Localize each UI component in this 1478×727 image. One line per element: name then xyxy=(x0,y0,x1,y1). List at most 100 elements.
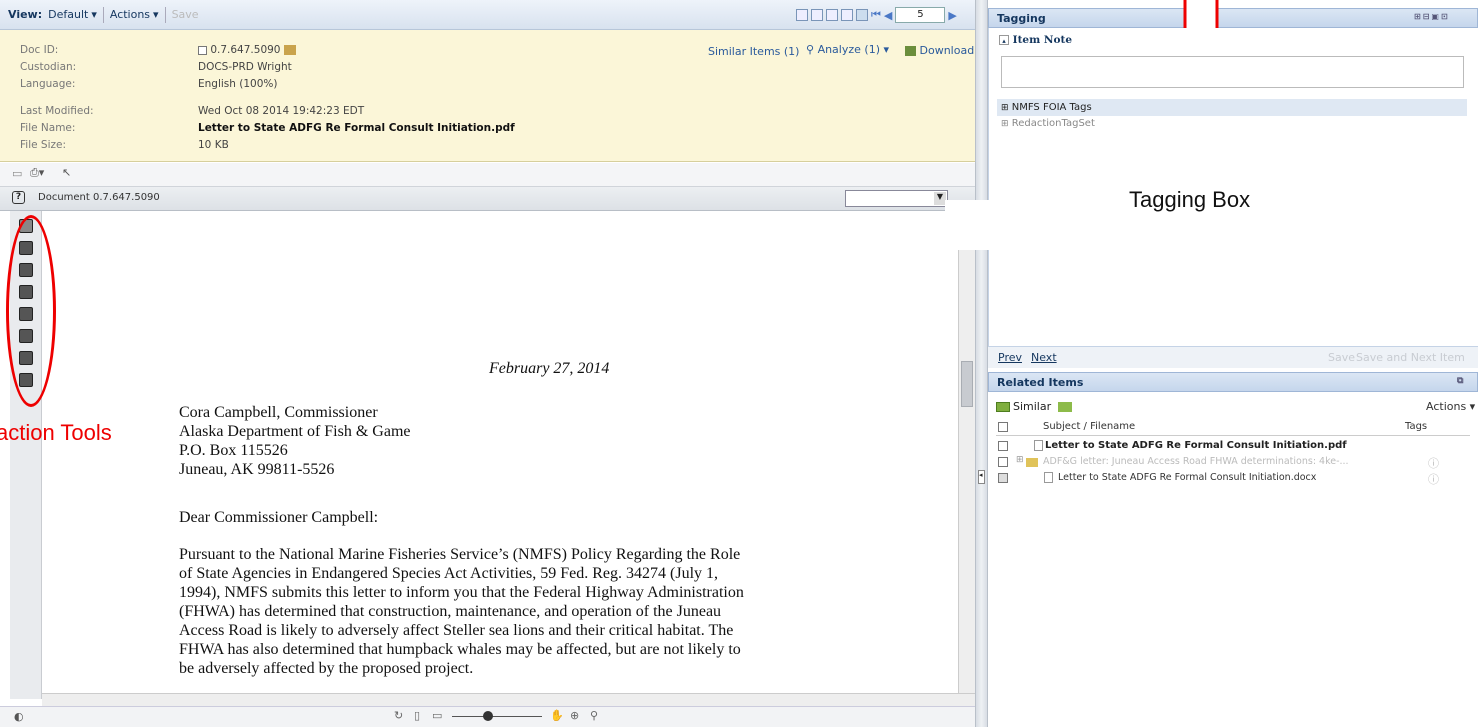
row-checkbox[interactable] xyxy=(998,457,1008,467)
info-icon[interactable]: ◐ xyxy=(14,710,24,723)
layout-icon[interactable] xyxy=(826,9,838,21)
file-name-value: Letter to State ADFG Re Formal Consult I… xyxy=(198,122,515,134)
expand-icon[interactable]: ⊞ xyxy=(1016,455,1024,465)
analyze-label: Analyze (1) xyxy=(817,43,880,56)
actions-menu[interactable]: Actions ▾ xyxy=(110,8,159,21)
tag-status-icon: ⓘ xyxy=(1428,473,1439,486)
panel-controls-icon[interactable]: ⊞⊟▣⊡ xyxy=(1414,12,1450,21)
zoom-slider-handle[interactable] xyxy=(483,711,493,721)
page-icon[interactable]: ▯ xyxy=(414,709,420,722)
row-filename[interactable]: Letter to State ADFG Re Formal Consult I… xyxy=(1045,440,1347,451)
tag-row-nmfs[interactable]: ⊞ NMFS FOIA Tags xyxy=(997,99,1467,116)
last-modified-label: Last Modified: xyxy=(20,105,94,117)
row-checkbox[interactable] xyxy=(998,441,1008,451)
layout-controls: ⏮ ◀ 5 ▶ xyxy=(796,7,957,23)
letter-body-line: Access Road is likely to adversely affec… xyxy=(179,622,734,639)
tag-row-redaction[interactable]: ⊞ RedactionTagSet xyxy=(1001,118,1095,129)
help-icon[interactable]: ? xyxy=(12,191,25,204)
magnify-icon[interactable]: ⚲ xyxy=(590,709,598,722)
tag-label: RedactionTagSet xyxy=(1011,118,1095,129)
table-row[interactable]: ⊞ ADF&G letter: Juneau Access Road FHWA … xyxy=(996,455,1470,470)
chevron-down-icon: ▾ xyxy=(153,8,159,21)
prev-link[interactable]: Prev xyxy=(998,351,1022,364)
column-subject[interactable]: Subject / Filename xyxy=(1043,421,1135,432)
page-number-input[interactable]: 5 xyxy=(895,7,946,23)
similar-toolbar: Similar xyxy=(996,400,1073,413)
last-modified-value: Wed Oct 08 2014 19:42:23 EDT xyxy=(198,105,365,117)
redaction-tools-annotation: action Tools xyxy=(0,420,112,445)
column-tags[interactable]: Tags xyxy=(1405,421,1427,432)
save-tags-button[interactable]: Save xyxy=(1328,351,1355,364)
expand-icon[interactable]: ⊞ xyxy=(1001,119,1009,129)
view-dropdown[interactable]: Default ▾ xyxy=(48,8,97,21)
related-items-title: Related Items xyxy=(997,376,1084,389)
vertical-scrollbar[interactable] xyxy=(958,211,975,693)
language-label: Language: xyxy=(20,78,76,90)
first-page-icon[interactable]: ⏮ xyxy=(871,8,881,22)
download-label: Download xyxy=(919,44,975,57)
fit-width-icon[interactable]: ▭ xyxy=(432,709,442,722)
custodian-label: Custodian: xyxy=(20,61,77,73)
collapse-icon[interactable]: ▴ xyxy=(999,35,1009,45)
zoom-slider[interactable] xyxy=(452,716,542,717)
next-link[interactable]: Next xyxy=(1031,351,1057,364)
view-value: Default xyxy=(48,8,89,21)
analyze-menu[interactable]: ⚲ Analyze (1) ▾ xyxy=(806,43,889,56)
similar-button[interactable]: Similar xyxy=(1013,400,1051,413)
related-table-header: Subject / Filename Tags xyxy=(996,420,1470,436)
download-link[interactable]: Download xyxy=(905,44,974,57)
file-icon xyxy=(283,45,296,55)
save-next-button[interactable]: Save and Next Item xyxy=(1356,351,1465,364)
zoom-select[interactable]: ▼ xyxy=(845,190,948,207)
redaction-tools-highlight xyxy=(6,215,56,407)
doc-checkbox[interactable] xyxy=(198,45,207,55)
row-filename[interactable]: Letter to State ADFG Re Formal Consult I… xyxy=(1058,472,1316,483)
table-row[interactable]: Letter to State ADFG Re Formal Consult I… xyxy=(996,471,1470,486)
refresh-icon[interactable] xyxy=(1058,401,1073,412)
grid-icon[interactable] xyxy=(856,9,868,21)
letter-address-line: Alaska Department of Fish & Game xyxy=(179,423,411,440)
doc-id-label: Doc ID: xyxy=(20,44,59,56)
layout-icon[interactable] xyxy=(796,9,808,21)
similar-items-link[interactable]: Similar Items (1) xyxy=(708,45,799,58)
select-all-checkbox[interactable] xyxy=(998,422,1008,432)
row-filename[interactable]: ADF&G letter: Juneau Access Road FHWA de… xyxy=(1043,456,1349,467)
prev-page-icon[interactable]: ◀ xyxy=(884,9,892,22)
table-row[interactable]: Letter to State ADFG Re Formal Consult I… xyxy=(996,439,1470,454)
zoom-in-icon[interactable]: ⊕ xyxy=(570,709,579,722)
item-note-header[interactable]: ▴ Item Note xyxy=(999,34,1072,46)
rotate-icon[interactable]: ↻ xyxy=(394,709,403,722)
pan-icon[interactable]: ✋ xyxy=(550,709,564,722)
docx-file-icon xyxy=(1044,472,1053,483)
next-page-icon[interactable]: ▶ xyxy=(948,9,956,22)
top-toolbar: View: Default ▾ Actions ▾ Save ⏮ ◀ 5 ▶ xyxy=(0,0,985,30)
doc-id-value: 0.7.647.5090 xyxy=(198,44,296,56)
row-checkbox[interactable] xyxy=(998,473,1008,483)
letter-body-line: Pursuant to the National Marine Fisherie… xyxy=(179,546,741,563)
download-icon xyxy=(905,46,916,56)
tagging-title: Tagging xyxy=(997,12,1046,25)
layout-icon[interactable] xyxy=(841,9,853,21)
letter-body-line: be adversely affected by the proposed pr… xyxy=(179,660,474,677)
metadata-panel: Doc ID: 0.7.647.5090 Custodian: DOCS-PRD… xyxy=(0,30,985,162)
expand-icon[interactable]: ⊞ xyxy=(1001,103,1009,113)
maximize-icon[interactable]: ⧉ xyxy=(1457,376,1463,386)
item-note-input[interactable] xyxy=(1001,56,1464,88)
pointer-icon[interactable]: ↖ xyxy=(62,166,71,179)
save-icon[interactable]: ▭ xyxy=(12,167,22,180)
print-icon[interactable]: ⎙▾ xyxy=(30,166,44,180)
letter-salutation: Dear Commissioner Campbell: xyxy=(179,509,379,526)
letter-body-line: 1994), NMFS submits this letter to infor… xyxy=(179,584,744,601)
letter-date: February 27, 2014 xyxy=(489,360,610,377)
document-label: Document 0.7.647.5090 xyxy=(38,192,160,203)
save-button[interactable]: Save xyxy=(172,8,199,21)
panel-splitter[interactable]: ◂ xyxy=(975,0,988,727)
related-items-panel: Similar Actions ▾ Subject / Filename Tag… xyxy=(988,392,1478,727)
horizontal-scrollbar[interactable] xyxy=(42,693,975,706)
scroll-thumb[interactable] xyxy=(961,361,973,407)
actions-menu[interactable]: Actions ▾ xyxy=(1426,400,1475,413)
annotation-mask xyxy=(945,200,995,250)
layout-icon[interactable] xyxy=(811,9,823,21)
file-size-label: File Size: xyxy=(20,139,66,151)
collapse-arrow-icon[interactable]: ◂ xyxy=(978,470,985,484)
